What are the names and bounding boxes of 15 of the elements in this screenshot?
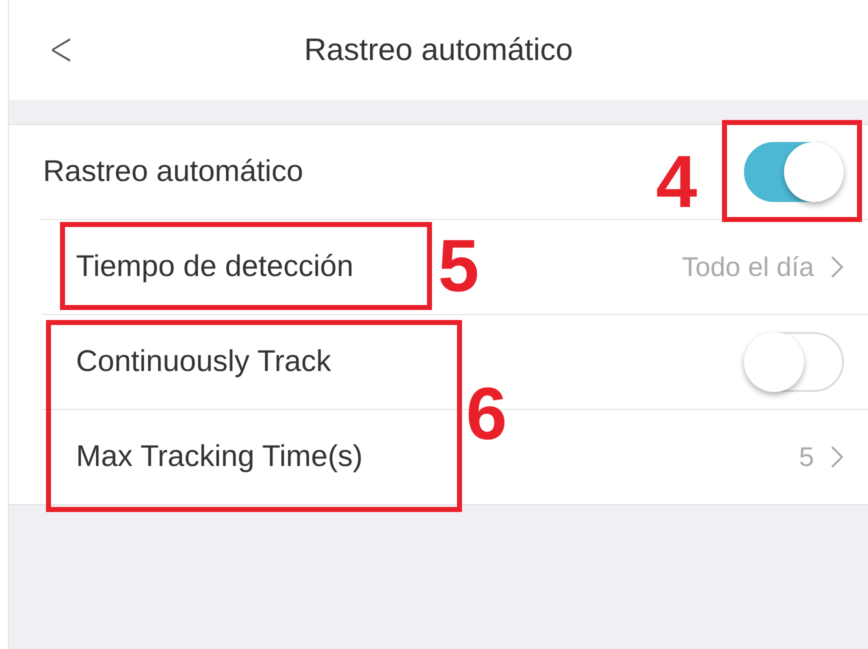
row-label: Continuously Track [76,345,332,379]
row-label: Max Tracking Time(s) [76,440,363,474]
callout-number: 5 [438,226,480,306]
toggle-switch[interactable] [744,142,844,202]
callout-number: 6 [466,374,508,454]
row-value: Todo el día [682,252,814,282]
chevron-right-icon [830,445,844,469]
screen-title: Rastreo automático [304,32,573,68]
row-label: Tiempo de detección [76,250,354,284]
row-label: Rastreo automático [43,155,304,189]
back-button[interactable]: < [45,22,77,76]
chevron-right-icon [830,255,844,279]
callout-number: 4 [656,142,698,222]
toggle-switch[interactable] [744,332,844,392]
row-value: 5 [798,442,814,472]
